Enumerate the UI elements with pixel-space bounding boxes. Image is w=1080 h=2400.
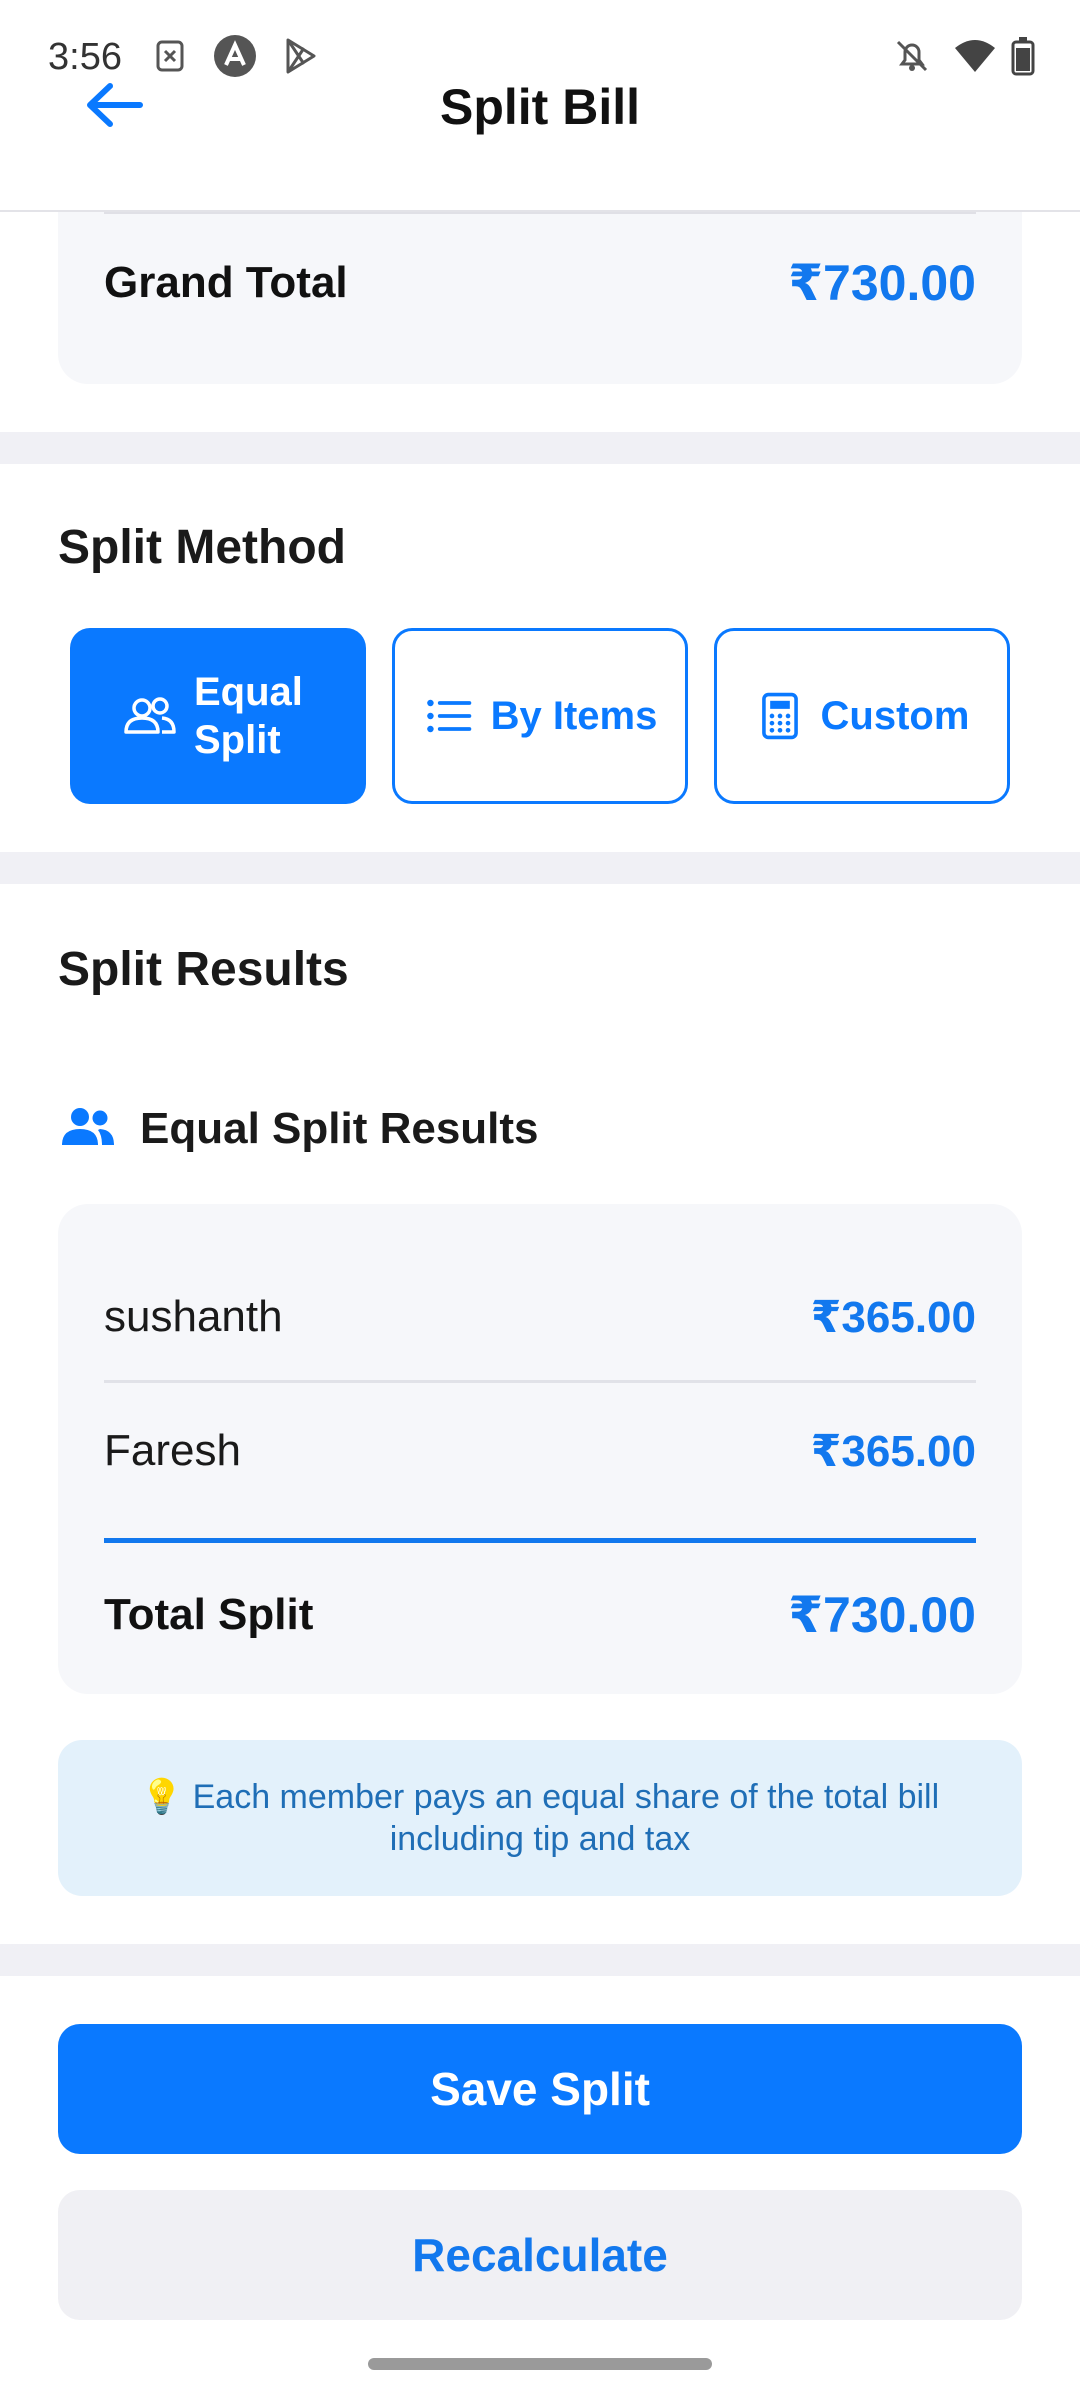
member-row: Faresh ₹365.00	[104, 1416, 976, 1486]
mute-icon	[896, 40, 928, 72]
member-row: sushanth ₹365.00	[104, 1282, 976, 1352]
equal-split-label: Equal Split	[194, 670, 303, 762]
split-method-title: Split Method	[58, 521, 346, 574]
total-split-row: Total Split ₹730.00	[104, 1580, 976, 1650]
list-icon	[426, 699, 471, 733]
people-icon	[124, 697, 176, 734]
total-split-value: ₹730.00	[788, 1587, 976, 1643]
custom-label: Custom	[820, 694, 970, 738]
equal-split-results-label: Equal Split Results	[140, 1104, 539, 1153]
play-store-icon	[286, 38, 316, 74]
app-notification-icon	[214, 35, 256, 77]
row-divider	[104, 1380, 976, 1383]
info-note: 💡 Each member pays an equal share of the…	[58, 1740, 1022, 1896]
recalculate-button[interactable]: Recalculate	[58, 2190, 1022, 2320]
equal-split-button[interactable]: Equal Split	[70, 628, 366, 804]
app-header: 3:56 Split Bill	[0, 0, 1080, 212]
save-split-button[interactable]: Save Split	[58, 2024, 1022, 2154]
divider	[104, 212, 976, 214]
member-amount: ₹365.00	[810, 1426, 976, 1476]
battery-icon	[1011, 37, 1035, 76]
by-items-label: By Items	[490, 694, 658, 738]
wifi-icon	[955, 40, 995, 72]
equal-split-results-heading: Equal Split Results	[58, 1094, 539, 1164]
by-items-button[interactable]: By Items	[392, 628, 688, 804]
page-title: Split Bill	[440, 79, 640, 135]
split-results-title: Split Results	[58, 943, 349, 996]
section-separator	[0, 1944, 1080, 1976]
total-split-label: Total Split	[104, 1590, 314, 1639]
screenshot-notification-icon	[156, 40, 184, 72]
grand-total-value: ₹730.00	[788, 255, 976, 311]
info-note-text: 💡 Each member pays an equal share of the…	[140, 1778, 940, 1858]
section-separator	[0, 852, 1080, 884]
grand-total-label: Grand Total	[104, 258, 348, 307]
total-divider	[104, 1538, 976, 1543]
results-card: sushanth ₹365.00 Faresh ₹365.00 Total Sp…	[58, 1204, 1022, 1694]
member-name: sushanth	[104, 1292, 283, 1341]
custom-button[interactable]: Custom	[714, 628, 1010, 804]
member-name: Faresh	[104, 1426, 241, 1475]
home-indicator[interactable]	[368, 2358, 712, 2370]
grand-total-card: Grand Total ₹730.00	[58, 212, 1022, 384]
section-separator	[0, 432, 1080, 464]
calculator-icon	[761, 692, 798, 740]
people-icon	[62, 1108, 114, 1145]
member-amount: ₹365.00	[810, 1292, 976, 1342]
status-time: 3:56	[48, 36, 122, 78]
